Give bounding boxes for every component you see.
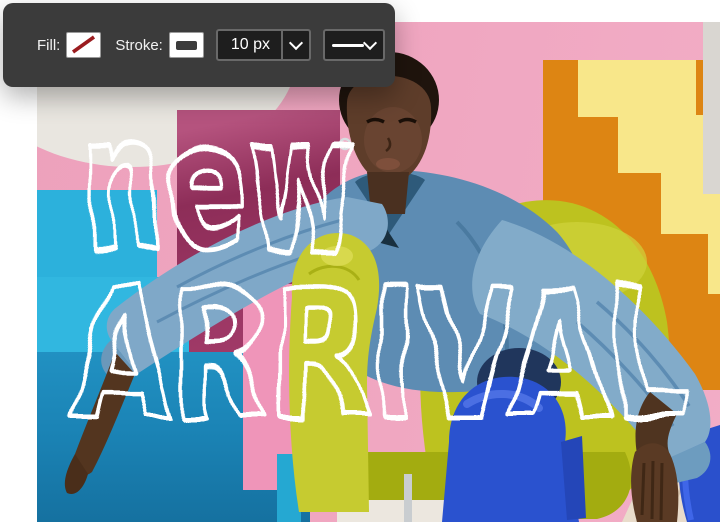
chevron-down-icon — [362, 35, 377, 51]
canvas-photo — [37, 22, 720, 522]
model-on-chair-illustration — [64, 52, 720, 522]
chevron-down-icon — [288, 35, 303, 51]
solid-line-icon — [331, 43, 364, 47]
stroke-width-value: 10 px — [230, 36, 270, 53]
stroke-width-dropdown-button[interactable] — [280, 31, 309, 59]
stroke-swatch-icon[interactable] — [168, 32, 204, 58]
stroke-preview-bar-icon — [175, 40, 197, 50]
fill-label: Fill: — [37, 36, 61, 54]
none-slash-icon — [72, 35, 96, 54]
properties-toolbar: Fill: Stroke: 10 px — [3, 3, 395, 87]
fill-none-swatch-icon[interactable] — [66, 32, 102, 58]
stroke-label: Stroke: — [115, 36, 163, 54]
stroke-style-select[interactable] — [322, 29, 385, 61]
stroke-width-select[interactable]: 10 px — [215, 29, 311, 61]
